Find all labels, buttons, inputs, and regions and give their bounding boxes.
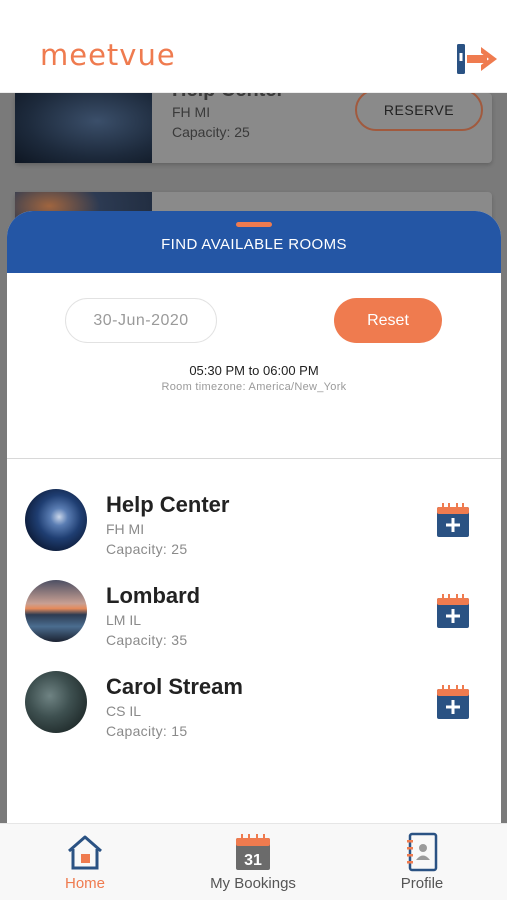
sheet-title: FIND AVAILABLE ROOMS [161, 235, 347, 253]
background-room-code: FH MI [172, 104, 211, 120]
sheet-drag-handle[interactable] [236, 222, 272, 227]
room-name: Carol Stream [106, 674, 243, 699]
background-room-capacity: Capacity: 25 [172, 124, 250, 140]
tab-label: Home [64, 875, 105, 892]
add-booking-icon[interactable] [436, 593, 470, 629]
add-booking-icon[interactable] [436, 684, 470, 720]
room-name: Lombard [106, 583, 201, 608]
room-list-item[interactable]: Carol Stream CS IL Capacity: 15 [7, 671, 501, 751]
room-capacity: Capacity: 15 [106, 723, 188, 739]
room-list-item[interactable]: Help Center FH MI Capacity: 25 [7, 489, 501, 569]
tab-my-bookings[interactable]: 31 My Bookings [183, 824, 323, 900]
background-room-name: Help Center [172, 93, 284, 102]
room-capacity: Capacity: 25 [106, 541, 188, 557]
add-booking-icon[interactable] [436, 502, 470, 538]
calendar-icon: 31 [236, 834, 270, 870]
room-avatar [25, 489, 87, 551]
reset-button[interactable]: Reset [334, 298, 442, 343]
room-code: LM IL [106, 612, 142, 628]
reserve-button[interactable]: RESERVE [355, 93, 483, 131]
app-logo: meetvue [40, 38, 176, 72]
room-thumbnail [15, 93, 152, 163]
date-picker[interactable]: 30-Jun-2020 [65, 298, 217, 343]
logout-icon[interactable] [455, 42, 499, 76]
profile-book-icon [407, 832, 438, 872]
background-room-card: Help Center FH MI Capacity: 25 RESERVE [15, 93, 492, 163]
time-range[interactable]: 05:30 PM to 06:00 PM [7, 363, 501, 378]
home-icon [68, 835, 102, 870]
tab-profile[interactable]: Profile [352, 824, 492, 900]
room-list-item[interactable]: Lombard LM IL Capacity: 35 [7, 580, 501, 660]
bottom-tab-bar: Home 31 My Bookings Profile [0, 823, 507, 900]
divider [7, 458, 501, 459]
room-capacity: Capacity: 35 [106, 632, 188, 648]
room-code: FH MI [106, 521, 145, 537]
sheet-header: FIND AVAILABLE ROOMS [7, 211, 501, 273]
tab-home[interactable]: Home [15, 824, 155, 900]
room-code: CS IL [106, 703, 142, 719]
app-header: meetvue [0, 0, 507, 93]
room-avatar [25, 580, 87, 642]
find-rooms-sheet: FIND AVAILABLE ROOMS 30-Jun-2020 Reset 0… [7, 211, 501, 823]
tab-label: My Bookings [210, 875, 296, 892]
tab-label: Profile [400, 875, 444, 892]
room-avatar [25, 671, 87, 733]
room-timezone: Room timezone: America/New_York [161, 381, 347, 393]
room-name: Help Center [106, 492, 230, 517]
calendar-day-number: 31 [244, 852, 262, 869]
